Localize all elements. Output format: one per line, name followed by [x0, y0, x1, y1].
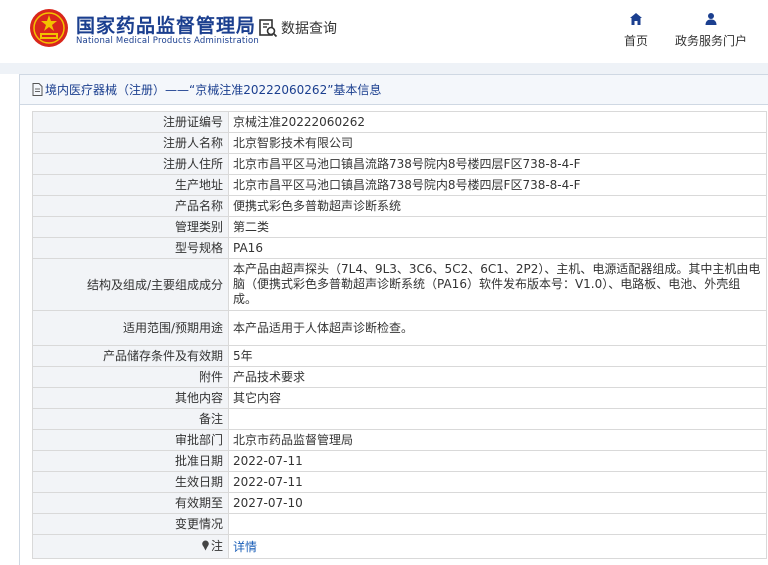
field-label: 备注	[32, 408, 229, 430]
field-value: 本产品由超声探头（7L4、9L3、3C6、5C2、6C1、2P2）、主机、电源适…	[228, 258, 767, 311]
user-icon	[705, 13, 717, 25]
data-query-link[interactable]: 数据查询	[258, 17, 337, 39]
field-value: 本产品适用于人体超声诊断检查。	[228, 310, 767, 346]
table-row: 审批部门 北京市药品监督管理局	[32, 429, 767, 451]
data-query-icon	[259, 19, 278, 38]
table-row: 其他内容 其它内容	[32, 387, 767, 409]
national-emblem-icon	[30, 9, 68, 47]
field-label: 变更情况	[32, 513, 229, 535]
field-value: 其它内容	[228, 387, 767, 409]
nav-service-portal-label: 政务服务门户	[674, 34, 747, 48]
table-row: 生效日期 2022-07-11	[32, 471, 767, 493]
field-value: 便携式彩色多普勒超声诊断系统	[228, 195, 767, 217]
table-row: 有效期至 2027-07-10	[32, 492, 767, 514]
field-value	[228, 408, 767, 430]
table-row-note: 注详情	[32, 534, 767, 559]
field-label: 注册人住所	[32, 153, 229, 175]
header-divider	[0, 63, 768, 74]
field-label: 结构及组成/主要组成成分	[32, 258, 229, 311]
site-header: 国家药品监督管理局 National Medical Products Admi…	[0, 0, 768, 63]
home-icon	[630, 13, 642, 25]
detail-link[interactable]: 详情	[233, 540, 257, 554]
nav-service-portal[interactable]: 政务服务门户	[672, 12, 750, 49]
table-row: 批准日期 2022-07-11	[32, 450, 767, 472]
field-label: 型号规格	[32, 237, 229, 259]
site-name-en: National Medical Products Administration	[76, 36, 259, 46]
field-label: 审批部门	[32, 429, 229, 451]
table-row: 注册人名称 北京智影技术有限公司	[32, 132, 767, 154]
field-label: 注	[32, 534, 229, 559]
detail-panel: 境内医疗器械（注册）——“京械注准20222060262”基本信息 注册证编号京…	[19, 74, 768, 565]
site-name-cn: 国家药品监督管理局	[76, 15, 257, 37]
table-row: 备注	[32, 408, 767, 430]
table-row: 注册人住所 北京市昌平区马池口镇昌流路738号院内8号楼四层F区738-8-4-F	[32, 153, 767, 175]
note-key: 注	[201, 539, 223, 553]
nav-home[interactable]: 首页	[622, 12, 650, 49]
table-row: 产品名称 便携式彩色多普勒超声诊断系统	[32, 195, 767, 217]
pin-icon	[202, 540, 209, 551]
field-value: 2022-07-11	[228, 450, 767, 472]
table-row: 结构及组成/主要组成成分 本产品由超声探头（7L4、9L3、3C6、5C2、6C1…	[32, 258, 767, 311]
field-value: 北京市药品监督管理局	[228, 429, 767, 451]
field-value: 5年	[228, 345, 767, 367]
table-row: 适用范围/预期用途 本产品适用于人体超声诊断检查。	[32, 310, 767, 346]
field-value: 产品技术要求	[228, 366, 767, 388]
field-value: 北京智影技术有限公司	[228, 132, 767, 154]
table-row: 产品储存条件及有效期 5年	[32, 345, 767, 367]
field-value	[228, 513, 767, 535]
note-key-label: 注	[210, 538, 223, 553]
field-label: 批准日期	[32, 450, 229, 472]
field-label: 适用范围/预期用途	[32, 310, 229, 346]
field-label: 有效期至	[32, 492, 229, 514]
registration-info-table: 注册证编号 京械注准20222060262 注册人名称 北京智影技术有限公司 注册人住所…	[32, 111, 767, 559]
field-value: 北京市昌平区马池口镇昌流路738号院内8号楼四层F区738-8-4-F	[228, 153, 767, 175]
table-row: 管理类别 第二类	[32, 216, 767, 238]
panel-title-bar: 境内医疗器械（注册）——“京械注准20222060262”基本信息	[20, 75, 768, 105]
field-label: 附件	[32, 366, 229, 388]
field-label: 注册证编号	[32, 111, 229, 133]
field-label: 其他内容	[32, 387, 229, 409]
field-label: 产品名称	[32, 195, 229, 217]
field-value: 北京市昌平区马池口镇昌流路738号院内8号楼四层F区738-8-4-F	[228, 174, 767, 196]
field-label: 管理类别	[32, 216, 229, 238]
field-value: 京械注准20222060262	[228, 111, 767, 133]
nav-home-label: 首页	[623, 34, 648, 48]
field-label: 生效日期	[32, 471, 229, 493]
document-icon	[32, 83, 43, 96]
field-value: 详情	[228, 534, 767, 559]
field-label: 生产地址	[32, 174, 229, 196]
table-row: 型号规格 PA16	[32, 237, 767, 259]
field-value: 第二类	[228, 216, 767, 238]
field-label: 产品储存条件及有效期	[32, 345, 229, 367]
table-row: 变更情况	[32, 513, 767, 535]
table-row: 附件 产品技术要求	[32, 366, 767, 388]
table-row: 注册证编号 京械注准20222060262	[32, 111, 767, 133]
field-value: 2027-07-10	[228, 492, 767, 514]
field-label: 注册人名称	[32, 132, 229, 154]
data-query-label: 数据查询	[281, 21, 337, 37]
table-row: 生产地址 北京市昌平区马池口镇昌流路738号院内8号楼四层F区738-8-4-F	[32, 174, 767, 196]
field-value: 2022-07-11	[228, 471, 767, 493]
panel-title: 境内医疗器械（注册）——“京械注准20222060262”基本信息	[45, 83, 382, 97]
field-value: PA16	[228, 237, 767, 259]
